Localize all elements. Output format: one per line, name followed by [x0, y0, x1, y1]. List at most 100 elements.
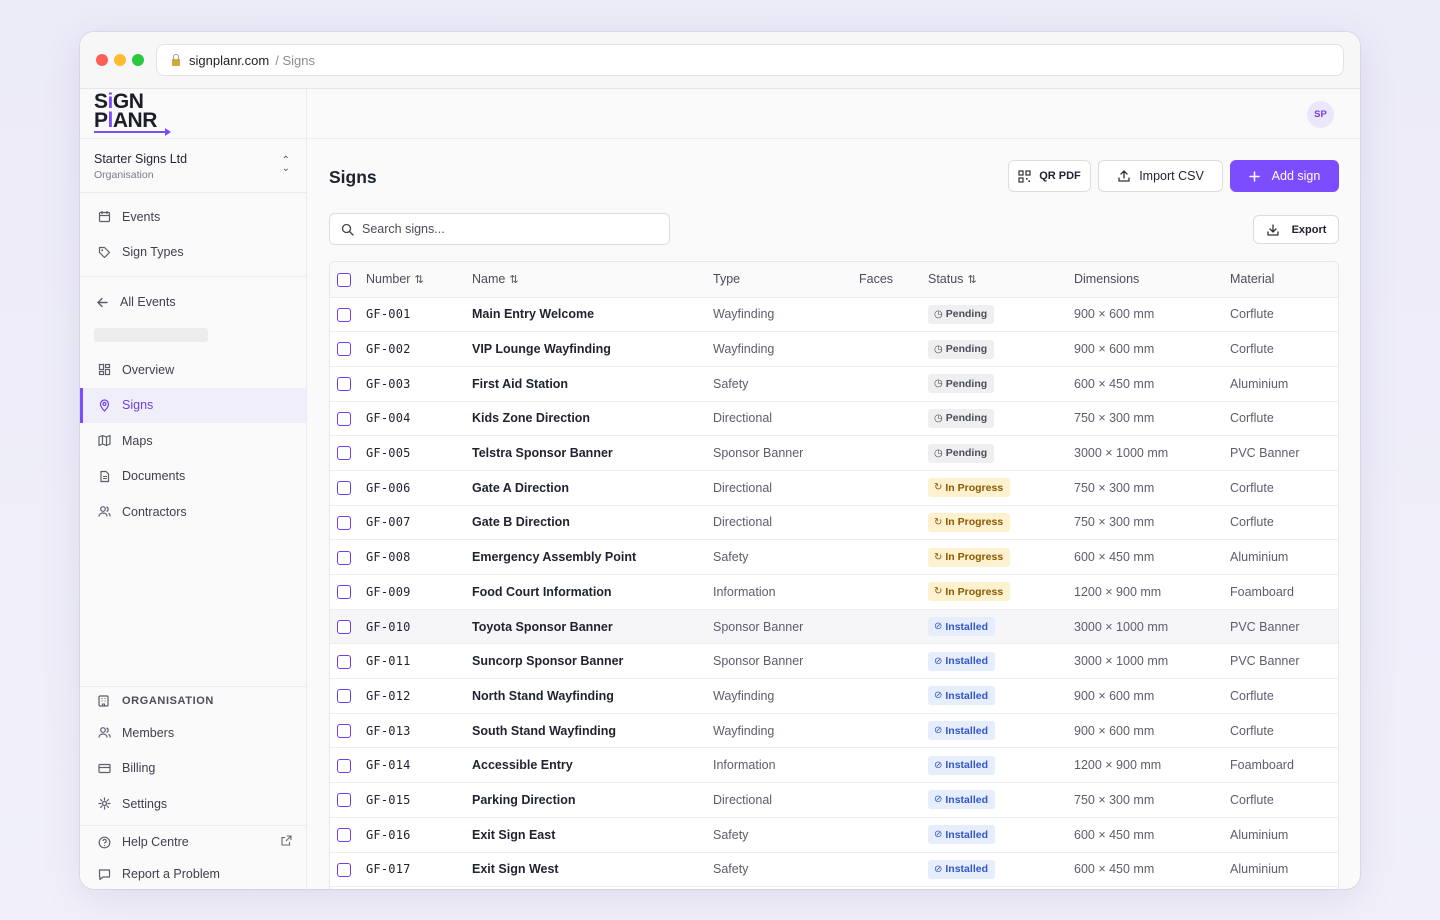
sidebar-item-settings[interactable]: Settings	[80, 786, 306, 822]
row-checkbox[interactable]	[337, 793, 351, 808]
sidebar-item-events[interactable]: Events	[80, 199, 306, 235]
sign-name[interactable]: Parking Direction	[472, 782, 713, 818]
row-checkbox[interactable]	[337, 481, 351, 496]
organisation-switcher[interactable]: Starter Signs Ltd Organisation ⌃ ⌄	[80, 139, 306, 193]
row-checkbox[interactable]	[337, 689, 351, 704]
sign-number: GF-015	[366, 782, 472, 818]
table-row[interactable]: GF-014 Accessible Entry Information ⊘ Instal…	[330, 747, 1338, 784]
sign-dimensions: 900 × 600 mm	[1074, 678, 1230, 714]
sign-material: Corflute	[1230, 782, 1338, 818]
column-number[interactable]: Number ⇅	[366, 262, 472, 298]
user-avatar[interactable]: SP	[1307, 101, 1334, 128]
sidebar-item-maps[interactable]: Maps	[80, 423, 306, 459]
table-row[interactable]: GF-009 Food Court Information Information ↻…	[330, 574, 1338, 610]
table-row[interactable]: GF-005 Telstra Sponsor Banner Sponsor Bann…	[330, 435, 1338, 471]
row-checkbox[interactable]	[337, 654, 351, 669]
row-checkbox[interactable]	[337, 515, 351, 530]
table-row[interactable]: GF-013 South Stand Wayfinding Wayfinding ⊘ I…	[330, 713, 1338, 749]
table-row[interactable]: GF-016 Exit Sign East Safety ⊘ Installed 600 …	[330, 817, 1338, 853]
import-csv-button[interactable]: Import CSV	[1098, 160, 1223, 192]
sign-name[interactable]: Suncorp Sponsor Banner	[472, 643, 713, 680]
sign-faces	[859, 817, 928, 853]
sidebar-item-billing[interactable]: Billing	[80, 751, 306, 787]
sidebar-item-report-a-problem[interactable]: Report a Problem	[80, 858, 306, 889]
sign-name[interactable]: Toyota Sponsor Banner	[472, 609, 713, 645]
maximize-window-button[interactable]	[132, 54, 144, 66]
lock-icon	[171, 54, 181, 66]
table-row[interactable]: GF-004 Kids Zone Direction Directional ◷ Pen…	[330, 401, 1338, 437]
row-checkbox[interactable]	[337, 723, 351, 738]
sign-name[interactable]: North Stand Wayfinding	[472, 678, 713, 714]
sign-faces	[859, 505, 928, 541]
sign-name[interactable]: Exit Sign West	[472, 852, 713, 888]
sign-name[interactable]: Accessible Entry	[472, 747, 713, 784]
sign-name[interactable]: Gate A Direction	[472, 470, 713, 506]
users-icon	[97, 505, 111, 519]
sign-name[interactable]: Kids Zone Direction	[472, 401, 713, 437]
sign-material: Corflute	[1230, 713, 1338, 749]
minimize-window-button[interactable]	[114, 54, 126, 66]
table-row[interactable]: GF-003 First Aid Station Safety ◷ Pending 600…	[330, 366, 1338, 402]
qr-pdf-button[interactable]: QR PDF	[1008, 160, 1091, 192]
sidebar-item-documents[interactable]: Documents	[80, 459, 306, 495]
back-to-all-events[interactable]: All Events	[80, 284, 306, 320]
table-row[interactable]: GF-006 Gate A Direction Directional ↻ In Pro…	[330, 470, 1338, 506]
sign-dimensions: 600 × 450 mm	[1074, 366, 1230, 402]
sign-name[interactable]: South Stand Wayfinding	[472, 713, 713, 749]
row-checkbox[interactable]	[337, 758, 351, 773]
sign-name[interactable]: VIP Lounge Wayfinding	[472, 331, 713, 367]
help-section: Help Centre Report a Problem	[80, 825, 306, 889]
export-button[interactable]: Export	[1253, 215, 1339, 244]
table-row[interactable]: GF-008 Emergency Assembly Point Safety ↻ In …	[330, 539, 1338, 575]
sign-name[interactable]: Telstra Sponsor Banner	[472, 435, 713, 471]
sign-material: Aluminium	[1230, 852, 1338, 888]
column-name[interactable]: Name ⇅	[472, 262, 713, 298]
sign-name[interactable]: First Aid Station	[472, 366, 713, 402]
row-checkbox[interactable]	[337, 828, 351, 842]
sign-name[interactable]: Emergency Assembly Point	[472, 539, 713, 575]
sign-dimensions: 750 × 300 mm	[1074, 401, 1230, 437]
table-row[interactable]: GF-012 North Stand Wayfinding Wayfinding ⊘ I…	[330, 678, 1338, 714]
logo-arrow	[94, 128, 171, 136]
sign-number: GF-008	[366, 539, 472, 575]
signplanr-logo[interactable]: SiGN PlANR	[80, 89, 306, 139]
sign-name[interactable]: Gate B Direction	[472, 505, 713, 541]
sidebar-item-label: Sign Types	[122, 245, 184, 260]
close-window-button[interactable]	[96, 54, 108, 66]
row-checkbox[interactable]	[337, 862, 351, 877]
table-row[interactable]: GF-010 Toyota Sponsor Banner Sponsor Banne…	[330, 609, 1338, 645]
table-row[interactable]: GF-001 Main Entry Welcome Wayfinding ◷ Pendi…	[330, 297, 1338, 333]
sidebar-item-contractors[interactable]: Contractors	[80, 494, 306, 530]
sign-type: Safety	[713, 817, 859, 853]
sign-name[interactable]: Main Entry Welcome	[472, 297, 713, 333]
row-checkbox[interactable]	[337, 585, 351, 600]
sidebar-item-overview[interactable]: Overview	[80, 352, 306, 388]
row-checkbox[interactable]	[337, 446, 351, 461]
sidebar-item-members[interactable]: Members	[80, 715, 306, 751]
row-checkbox[interactable]	[337, 342, 351, 357]
sidebar-item-signs[interactable]: Signs	[80, 387, 306, 423]
select-all-checkbox[interactable]	[337, 272, 351, 287]
row-checkbox[interactable]	[337, 307, 351, 322]
sign-name[interactable]: Exit Sign East	[472, 817, 713, 853]
table-header-row: Number ⇅ Name ⇅ Type Faces Status ⇅ Dimensi…	[330, 262, 1338, 298]
sign-type: Safety	[713, 539, 859, 575]
sidebar-item-sign-types[interactable]: Sign Types	[80, 235, 306, 271]
column-status[interactable]: Status ⇅	[928, 262, 1074, 298]
add-sign-button[interactable]: Add sign	[1230, 160, 1339, 192]
sign-faces	[859, 782, 928, 818]
table-row[interactable]: GF-015 Parking Direction Directional ⊘ Insta…	[330, 782, 1338, 818]
search-input[interactable]: Search signs...	[329, 213, 670, 245]
address-bar[interactable]: signplanr.com / Signs	[156, 44, 1344, 76]
sign-name[interactable]: Food Court Information	[472, 574, 713, 610]
row-checkbox[interactable]	[337, 377, 351, 392]
table-row[interactable]: GF-017 Exit Sign West Safety ⊘ Installed 600 …	[330, 852, 1338, 888]
row-checkbox[interactable]	[337, 619, 351, 634]
row-checkbox[interactable]	[337, 411, 351, 426]
table-row[interactable]: GF-011 Suncorp Sponsor Banner Sponsor Bann…	[330, 643, 1338, 680]
table-row[interactable]: GF-007 Gate B Direction Directional ↻ In Pro…	[330, 505, 1338, 541]
sidebar-item-help-centre[interactable]: Help Centre	[80, 826, 306, 858]
table-row[interactable]: GF-002 VIP Lounge Wayfinding Wayfinding ◷ Pe…	[330, 331, 1338, 367]
status-badge: ◷ Pending	[928, 304, 995, 324]
row-checkbox[interactable]	[337, 550, 351, 565]
